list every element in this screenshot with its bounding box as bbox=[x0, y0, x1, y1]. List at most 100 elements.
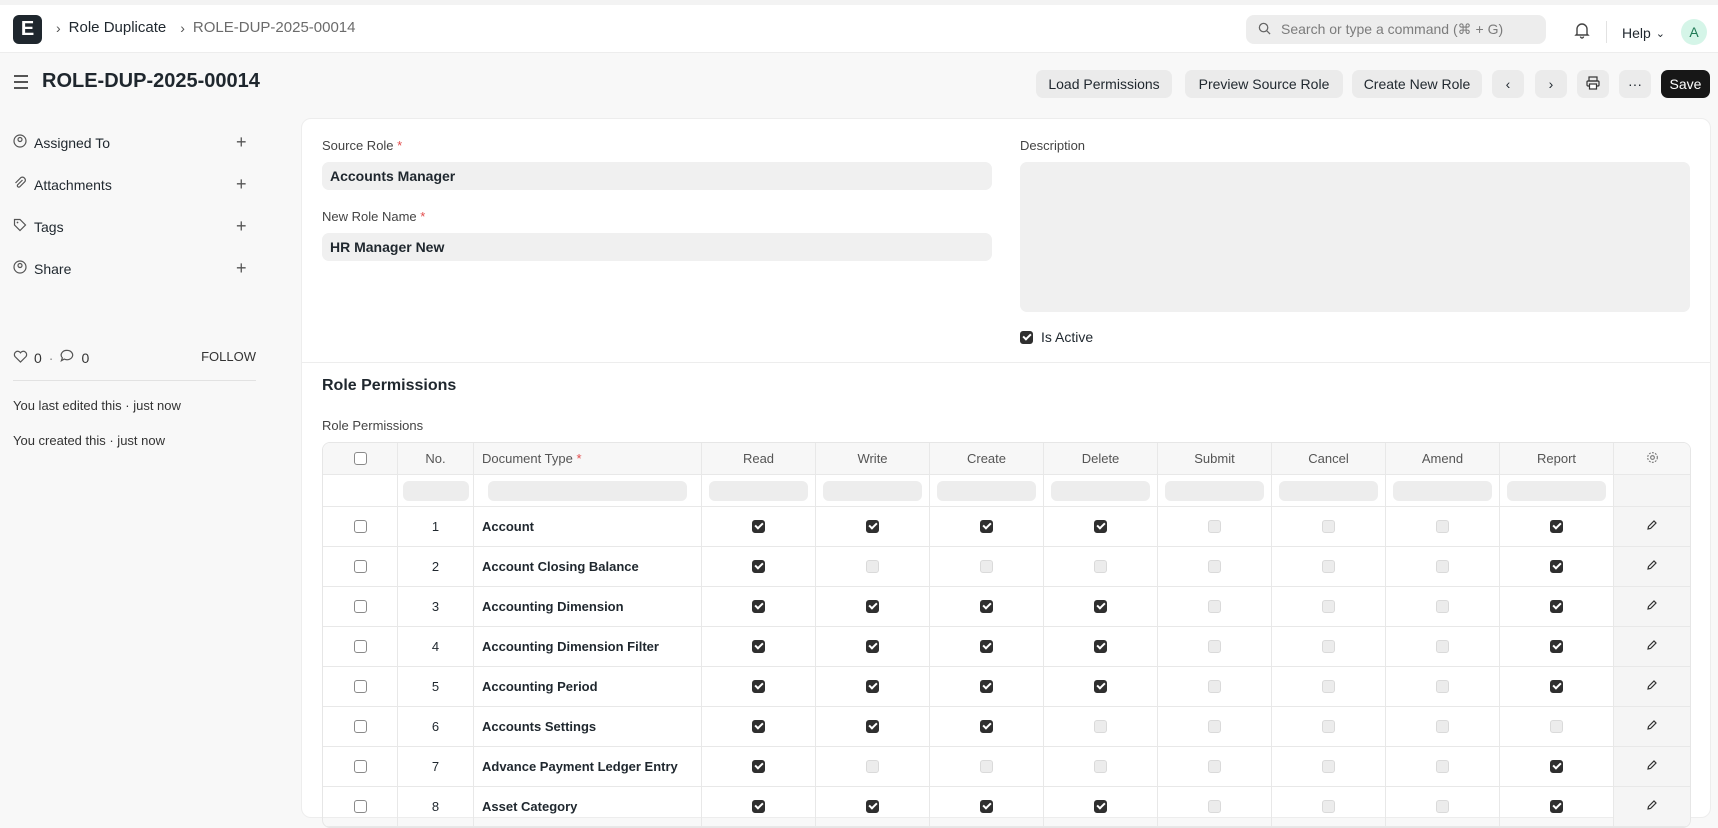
is-active-checkbox-row[interactable]: Is Active bbox=[1020, 329, 1093, 345]
row-select-checkbox[interactable] bbox=[353, 560, 367, 573]
filter-cancel[interactable] bbox=[1272, 475, 1386, 506]
perm-create-checkbox[interactable] bbox=[980, 680, 993, 693]
perm-report-checkbox[interactable] bbox=[1550, 640, 1563, 653]
perm-read-checkbox[interactable] bbox=[752, 680, 765, 693]
perm-amend-checkbox[interactable] bbox=[1436, 520, 1449, 533]
perm-report-checkbox[interactable] bbox=[1550, 720, 1563, 733]
perm-delete-checkbox[interactable] bbox=[1094, 760, 1107, 773]
plus-icon[interactable]: + bbox=[236, 216, 247, 237]
row-document-type[interactable]: Accounting Dimension bbox=[474, 587, 702, 626]
app-logo[interactable]: E bbox=[13, 15, 42, 44]
perm-delete-checkbox[interactable] bbox=[1094, 560, 1107, 573]
gear-icon[interactable] bbox=[1646, 451, 1659, 467]
table-row[interactable]: 1 Account bbox=[323, 507, 1690, 547]
perm-cancel-checkbox[interactable] bbox=[1322, 640, 1335, 653]
filter-document-type[interactable] bbox=[474, 475, 702, 506]
perm-create-checkbox[interactable] bbox=[980, 600, 993, 613]
pencil-icon[interactable] bbox=[1646, 639, 1658, 654]
perm-amend-checkbox[interactable] bbox=[1436, 800, 1449, 813]
perm-amend-checkbox[interactable] bbox=[1436, 640, 1449, 653]
perm-delete-checkbox[interactable] bbox=[1094, 640, 1107, 653]
table-row[interactable]: 5 Accounting Period bbox=[323, 667, 1690, 707]
row-select-checkbox[interactable] bbox=[353, 720, 367, 733]
plus-icon[interactable]: + bbox=[236, 258, 247, 279]
perm-delete-checkbox[interactable] bbox=[1094, 680, 1107, 693]
perm-submit-checkbox[interactable] bbox=[1208, 560, 1221, 573]
table-row[interactable]: 6 Accounts Settings bbox=[323, 707, 1690, 747]
perm-submit-checkbox[interactable] bbox=[1208, 600, 1221, 613]
pencil-icon[interactable] bbox=[1646, 679, 1658, 694]
perm-cancel-checkbox[interactable] bbox=[1322, 600, 1335, 613]
table-row[interactable]: 3 Accounting Dimension bbox=[323, 587, 1690, 627]
new-role-name-field[interactable]: HR Manager New bbox=[322, 233, 992, 261]
perm-write-checkbox[interactable] bbox=[866, 520, 879, 533]
help-menu[interactable]: Help ⌄ bbox=[1622, 25, 1665, 41]
bell-icon[interactable] bbox=[1574, 21, 1590, 42]
select-all-checkbox[interactable] bbox=[353, 452, 367, 465]
filter-amend[interactable] bbox=[1386, 475, 1500, 506]
perm-write-checkbox[interactable] bbox=[866, 720, 879, 733]
next-doc-button[interactable]: › bbox=[1535, 70, 1567, 98]
sidebar-item-assigned-to[interactable]: Assigned To + bbox=[13, 132, 253, 152]
filter-write[interactable] bbox=[816, 475, 930, 506]
table-row[interactable]: 7 Advance Payment Ledger Entry bbox=[323, 747, 1690, 787]
perm-report-checkbox[interactable] bbox=[1550, 600, 1563, 613]
perm-cancel-checkbox[interactable] bbox=[1322, 760, 1335, 773]
perm-read-checkbox[interactable] bbox=[752, 760, 765, 773]
row-select-checkbox[interactable] bbox=[353, 800, 367, 813]
row-select-checkbox[interactable] bbox=[353, 600, 367, 613]
perm-write-checkbox[interactable] bbox=[866, 600, 879, 613]
perm-delete-checkbox[interactable] bbox=[1094, 600, 1107, 613]
preview-source-role-button[interactable]: Preview Source Role bbox=[1185, 70, 1343, 98]
row-document-type[interactable]: Account bbox=[474, 507, 702, 546]
sidebar-item-share[interactable]: Share + bbox=[13, 258, 253, 279]
pencil-icon[interactable] bbox=[1646, 519, 1658, 534]
filter-report[interactable] bbox=[1500, 475, 1614, 506]
row-select-checkbox[interactable] bbox=[353, 520, 367, 533]
perm-read-checkbox[interactable] bbox=[752, 640, 765, 653]
perm-read-checkbox[interactable] bbox=[752, 560, 765, 573]
perm-report-checkbox[interactable] bbox=[1550, 680, 1563, 693]
filter-create[interactable] bbox=[930, 475, 1044, 506]
breadcrumb-role-duplicate[interactable]: Role Duplicate bbox=[69, 19, 167, 36]
sidebar-toggle-icon[interactable] bbox=[14, 75, 30, 93]
heart-icon[interactable] bbox=[13, 350, 28, 366]
perm-cancel-checkbox[interactable] bbox=[1322, 800, 1335, 813]
perm-cancel-checkbox[interactable] bbox=[1322, 680, 1335, 693]
follow-button[interactable]: FOLLOW bbox=[201, 349, 256, 364]
pencil-icon[interactable] bbox=[1646, 559, 1658, 574]
perm-create-checkbox[interactable] bbox=[980, 640, 993, 653]
perm-report-checkbox[interactable] bbox=[1550, 560, 1563, 573]
pencil-icon[interactable] bbox=[1646, 599, 1658, 614]
row-select-checkbox[interactable] bbox=[353, 680, 367, 693]
perm-amend-checkbox[interactable] bbox=[1436, 600, 1449, 613]
perm-write-checkbox[interactable] bbox=[866, 560, 879, 573]
perm-submit-checkbox[interactable] bbox=[1208, 720, 1221, 733]
perm-cancel-checkbox[interactable] bbox=[1322, 520, 1335, 533]
previous-doc-button[interactable]: ‹ bbox=[1492, 70, 1524, 98]
perm-create-checkbox[interactable] bbox=[980, 760, 993, 773]
perm-amend-checkbox[interactable] bbox=[1436, 680, 1449, 693]
perm-cancel-checkbox[interactable] bbox=[1322, 720, 1335, 733]
perm-report-checkbox[interactable] bbox=[1550, 800, 1563, 813]
description-field[interactable] bbox=[1020, 162, 1690, 312]
row-document-type[interactable]: Accounting Period bbox=[474, 667, 702, 706]
breadcrumb-current[interactable]: ROLE-DUP-2025-00014 bbox=[193, 19, 356, 36]
row-document-type[interactable]: Accounts Settings bbox=[474, 707, 702, 746]
perm-submit-checkbox[interactable] bbox=[1208, 640, 1221, 653]
perm-read-checkbox[interactable] bbox=[752, 520, 765, 533]
search-input[interactable]: Search or type a command (⌘ + G) bbox=[1246, 15, 1546, 44]
save-button[interactable]: Save bbox=[1661, 70, 1710, 98]
row-document-type[interactable]: Advance Payment Ledger Entry bbox=[474, 747, 702, 786]
plus-icon[interactable]: + bbox=[236, 174, 247, 195]
perm-create-checkbox[interactable] bbox=[980, 560, 993, 573]
table-row[interactable]: 4 Accounting Dimension Filter bbox=[323, 627, 1690, 667]
perm-submit-checkbox[interactable] bbox=[1208, 520, 1221, 533]
filter-submit[interactable] bbox=[1158, 475, 1272, 506]
perm-read-checkbox[interactable] bbox=[752, 600, 765, 613]
pencil-icon[interactable] bbox=[1646, 759, 1658, 774]
row-document-type[interactable]: Account Closing Balance bbox=[474, 547, 702, 586]
print-button[interactable] bbox=[1577, 70, 1609, 98]
perm-read-checkbox[interactable] bbox=[752, 720, 765, 733]
perm-create-checkbox[interactable] bbox=[980, 720, 993, 733]
